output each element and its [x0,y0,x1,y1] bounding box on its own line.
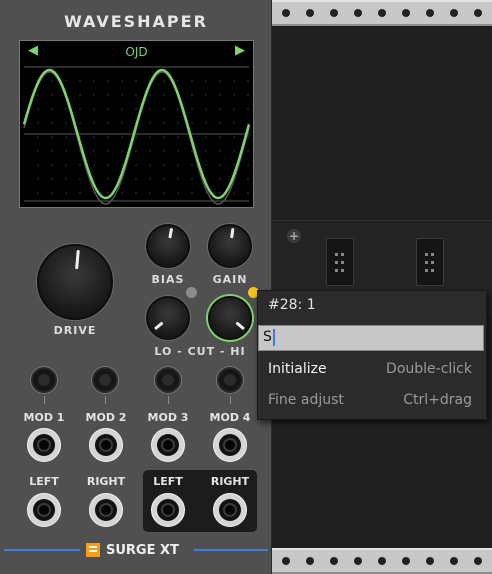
add-module-button[interactable]: + [287,229,301,243]
knob-indicator [153,321,164,331]
input-left-jack[interactable] [27,493,61,527]
menu-title: #28: 1 [268,297,316,313]
brand-divider [194,549,268,551]
mod-4-attenuverter[interactable] [217,367,243,393]
brand-name: SURGE XT [106,542,179,558]
mod-3-jack[interactable] [151,428,185,462]
brand-mark: SURGE XT [86,542,179,558]
output-right-jack[interactable] [213,493,247,527]
menu-item-label: Initialize [268,361,327,377]
mod-1-jack[interactable] [27,428,61,462]
cut-label: LO - CUT - HI [154,345,246,358]
mod-3-label: MOD 3 [147,411,189,424]
rack-rail-top [272,0,492,26]
gain-knob[interactable] [208,224,252,268]
text-cursor [273,329,275,346]
rail-screw [330,9,338,17]
connector-tick [105,396,106,404]
highcut-knob[interactable] [208,296,252,340]
rack-rail-bottom [272,548,492,574]
rail-screw [282,557,290,565]
rail-screw [402,557,410,565]
menu-item-shortcut: Double-click [386,361,472,377]
mod-1-label: MOD 1 [23,411,65,424]
surge-logo-icon [86,543,100,557]
knob-indicator [167,228,173,240]
waveshape-display[interactable]: ◀ OJD ▶ [19,40,254,208]
knob-indicator [234,321,245,331]
rail-screw [426,557,434,565]
rail-screw [378,557,386,565]
mod-4-label: MOD 4 [209,411,251,424]
output-left-jack[interactable] [151,493,185,527]
lowcut-enable-led[interactable] [186,287,197,298]
connector-tick [230,396,231,404]
menu-item-initialize[interactable]: Initialize Double-click [258,357,484,381]
knob-indicator [74,250,80,270]
mod-2-jack[interactable] [89,428,123,462]
rail-screw [450,9,458,17]
ribbon-connector [416,238,444,286]
menu-item-shortcut: Ctrl+drag [403,392,472,408]
waveform-plot [22,66,251,205]
mod-1-attenuverter[interactable] [31,367,57,393]
input-right-jack[interactable] [89,493,123,527]
waveshaper-module: WAVESHAPER ◀ OJD ▶ DRIVE BIAS GAIN LO - … [0,0,272,574]
module-title: WAVESHAPER [64,12,208,31]
rail-screw [306,9,314,17]
connector-tick [44,396,45,404]
knob-indicator [229,228,234,240]
connector-tick [168,396,169,404]
rail-screw [354,9,362,17]
rail-screw [402,9,410,17]
bias-label: BIAS [151,273,185,286]
rail-screw [426,9,434,17]
input-right-label: RIGHT [86,475,126,488]
parameter-context-menu: #28: 1 S Initialize Double-click Fine ad… [257,290,487,420]
mod-2-attenuverter[interactable] [92,367,118,393]
input-left-label: LEFT [29,475,59,488]
rail-screw [306,557,314,565]
ribbon-connector [326,238,354,286]
rail-screw [474,9,482,17]
output-right-label: RIGHT [210,475,250,488]
bias-knob[interactable] [146,224,190,268]
lowcut-knob[interactable] [146,296,190,340]
value-entry-field[interactable]: S [258,325,484,351]
rail-screw [450,557,458,565]
output-left-label: LEFT [153,475,183,488]
mod-4-jack[interactable] [213,428,247,462]
menu-item-fine-adjust[interactable]: Fine adjust Ctrl+drag [258,388,484,412]
value-entry-text: S [263,329,272,345]
rail-screw [354,557,362,565]
brand-divider [4,549,80,551]
rail-screw [282,9,290,17]
gain-label: GAIN [212,273,248,286]
mod-2-label: MOD 2 [85,411,127,424]
rail-screw [330,557,338,565]
menu-item-label: Fine adjust [268,392,344,408]
rail-screw [378,9,386,17]
drive-knob[interactable] [37,244,113,320]
mod-3-attenuverter[interactable] [155,367,181,393]
rail-screw [474,557,482,565]
drive-label: DRIVE [53,324,97,337]
